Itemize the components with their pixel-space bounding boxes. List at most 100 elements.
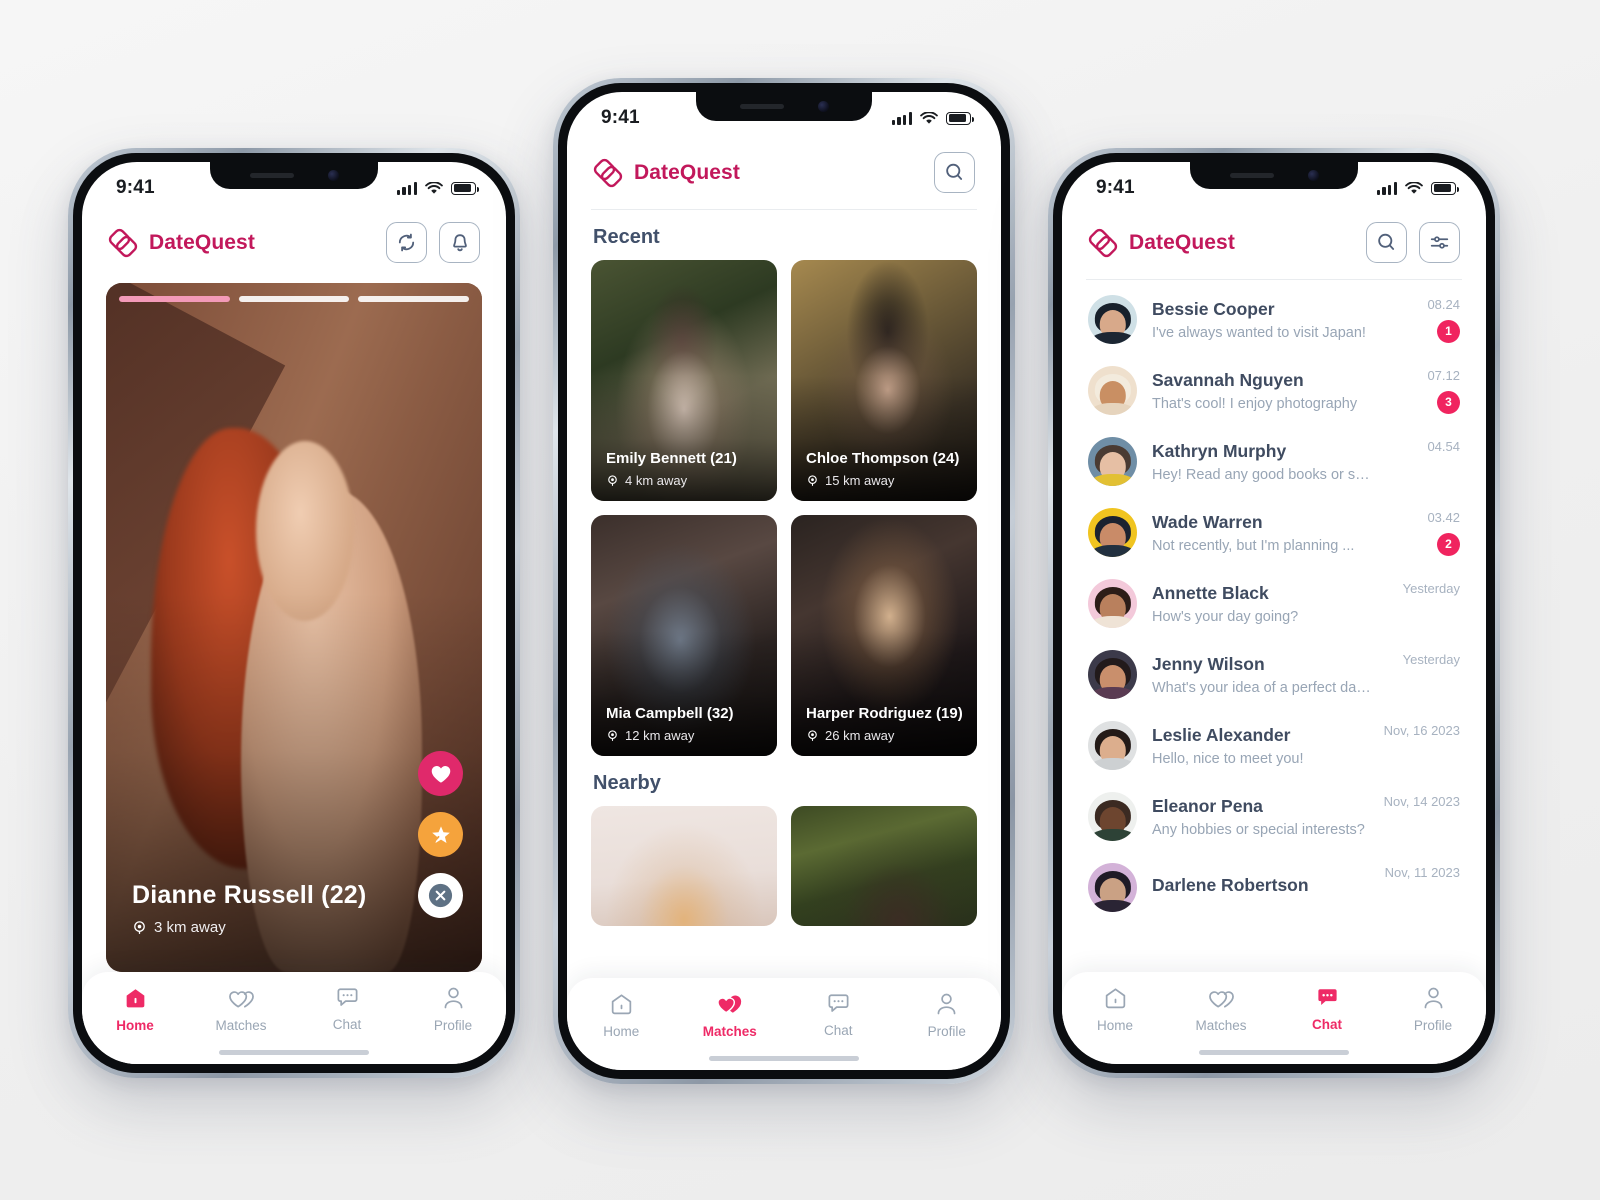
nav-label-matches: Matches — [1195, 1018, 1247, 1033]
match-distance-label: 4 km away — [625, 473, 688, 488]
location-pin-icon — [808, 475, 817, 486]
nav-item-matches[interactable]: Matches — [676, 992, 785, 1039]
photo-progress-segment[interactable] — [119, 296, 230, 302]
conversation-time: Nov, 14 2023 — [1383, 793, 1460, 809]
conversation-message: Not recently, but I'm planning ... — [1152, 537, 1355, 554]
list-item[interactable]: Wade Warren Not recently, but I'm planni… — [1086, 497, 1462, 568]
filter-button[interactable] — [1419, 222, 1460, 263]
location-pin-icon — [608, 475, 617, 486]
photo-progress-segment[interactable] — [358, 296, 470, 302]
status-time: 9:41 — [116, 177, 155, 198]
match-card[interactable]: Mia Campbell (32) 12 km away — [591, 515, 777, 756]
card-actions — [418, 751, 463, 918]
dislike-button[interactable] — [418, 873, 463, 918]
person-icon — [444, 987, 462, 1009]
notifications-button[interactable] — [439, 222, 480, 263]
close-icon — [428, 883, 453, 908]
status-time: 9:41 — [601, 107, 640, 128]
phone-home-screen: 9:41 DateQuest Dianne Russell (22) 3 km … — [68, 148, 520, 1078]
nav-item-chat[interactable]: Chat — [784, 992, 893, 1038]
datequest-logo-icon — [593, 158, 623, 187]
nav-item-home[interactable]: Home — [567, 992, 676, 1039]
matches-scroll[interactable]: Recent Emily Bennett (21) 4 km away Chlo… — [567, 210, 1001, 1004]
home-indicator[interactable] — [1199, 1050, 1349, 1055]
list-item[interactable]: Bessie Cooper I've always wanted to visi… — [1086, 284, 1462, 355]
nav-item-home[interactable]: Home — [82, 986, 188, 1033]
search-button[interactable] — [1366, 222, 1407, 263]
home-indicator[interactable] — [709, 1056, 859, 1061]
match-distance-label: 26 km away — [825, 728, 895, 743]
nav-label-profile: Profile — [927, 1024, 966, 1039]
list-item[interactable]: Annette Black How's your day going? Yest… — [1086, 568, 1462, 639]
nav-label-matches: Matches — [702, 1024, 757, 1039]
brand: DateQuest — [593, 158, 740, 188]
avatar — [1088, 792, 1137, 841]
nav-label-chat: Chat — [823, 1023, 853, 1038]
conversation-message: Any hobbies or special interests? — [1152, 821, 1365, 838]
heart-icon — [431, 765, 450, 783]
list-item[interactable]: Kathryn Murphy Hey! Read any good books … — [1086, 426, 1462, 497]
nav-item-chat[interactable]: Chat — [1274, 986, 1380, 1032]
app-header: DateQuest — [82, 208, 506, 279]
photo-progress-segment[interactable] — [238, 296, 350, 302]
conversation-message: That's cool! I enjoy photography — [1152, 395, 1358, 412]
superlike-button[interactable] — [418, 812, 463, 857]
list-item[interactable]: Darlene Robertson Nov, 11 2023 — [1086, 852, 1462, 923]
match-card[interactable] — [791, 806, 977, 926]
app-header: DateQuest — [567, 138, 1001, 209]
conversation-name: Annette Black — [1152, 582, 1269, 603]
status-time: 9:41 — [1096, 177, 1135, 198]
avatar — [1088, 366, 1137, 415]
conversation-time: Yesterday — [1402, 580, 1460, 596]
list-item[interactable]: Jenny Wilson What's your idea of a perfe… — [1086, 639, 1462, 710]
unread-badge: 2 — [1437, 532, 1460, 556]
chat-bubble-icon — [337, 988, 357, 1006]
home-icon — [126, 989, 144, 1008]
profile-card[interactable]: Dianne Russell (22) 3 km away — [106, 283, 482, 972]
nav-item-chat[interactable]: Chat — [294, 986, 400, 1032]
match-name: Emily Bennett (21) — [606, 450, 737, 467]
nav-label-profile: Profile — [433, 1018, 473, 1033]
list-item[interactable]: Leslie Alexander Hello, nice to meet you… — [1086, 710, 1462, 781]
match-distance: 26 km away — [806, 728, 963, 743]
match-card[interactable]: Chloe Thompson (24) 15 km away — [791, 260, 977, 501]
swipe-card-area: Dianne Russell (22) 3 km away — [82, 279, 506, 972]
home-icon — [611, 994, 631, 1015]
chat-bubble-icon — [1317, 989, 1337, 1006]
nav-item-profile[interactable]: Profile — [400, 986, 506, 1033]
match-card[interactable]: Emily Bennett (21) 4 km away — [591, 260, 777, 501]
list-item[interactable]: Eleanor Pena Any hobbies or special inte… — [1086, 781, 1462, 852]
search-button[interactable] — [934, 152, 975, 193]
conversation-name: Darlene Robertson — [1152, 874, 1309, 895]
home-indicator[interactable] — [219, 1050, 369, 1055]
nav-item-home[interactable]: Home — [1062, 986, 1168, 1033]
location-pin-icon — [608, 730, 617, 741]
like-button[interactable] — [418, 751, 463, 796]
phone-chat-screen: 9:41 DateQuest Bessie Cooper I've always… — [1048, 148, 1500, 1078]
person-icon — [1424, 987, 1442, 1009]
star-icon — [431, 825, 450, 844]
conversation-name: Eleanor Pena — [1152, 795, 1263, 816]
match-card[interactable] — [591, 806, 777, 926]
photo-progress[interactable] — [119, 296, 470, 302]
notch — [696, 92, 872, 121]
brand: DateQuest — [108, 228, 255, 258]
unread-badge: 3 — [1437, 390, 1460, 414]
nav-item-matches[interactable]: Matches — [188, 986, 294, 1033]
avatar — [1088, 295, 1137, 344]
nav-item-profile[interactable]: Profile — [1380, 986, 1486, 1033]
conversation-message: How's your day going? — [1152, 608, 1299, 625]
avatar — [1088, 721, 1137, 770]
match-card[interactable]: Harper Rodriguez (19) 26 km away — [791, 515, 977, 756]
battery-icon — [451, 181, 479, 195]
conversation-list[interactable]: Bessie Cooper I've always wanted to visi… — [1062, 280, 1486, 1002]
conversation-name: Leslie Alexander — [1152, 724, 1291, 745]
nav-item-matches[interactable]: Matches — [1168, 986, 1274, 1033]
refresh-button[interactable] — [386, 222, 427, 263]
battery-icon — [1431, 181, 1459, 195]
app-title: DateQuest — [634, 160, 740, 184]
datequest-logo-icon — [1088, 228, 1118, 257]
profile-card-info: Dianne Russell (22) 3 km away — [132, 881, 366, 936]
list-item[interactable]: Savannah Nguyen That's cool! I enjoy pho… — [1086, 355, 1462, 426]
nav-item-profile[interactable]: Profile — [893, 992, 1002, 1039]
